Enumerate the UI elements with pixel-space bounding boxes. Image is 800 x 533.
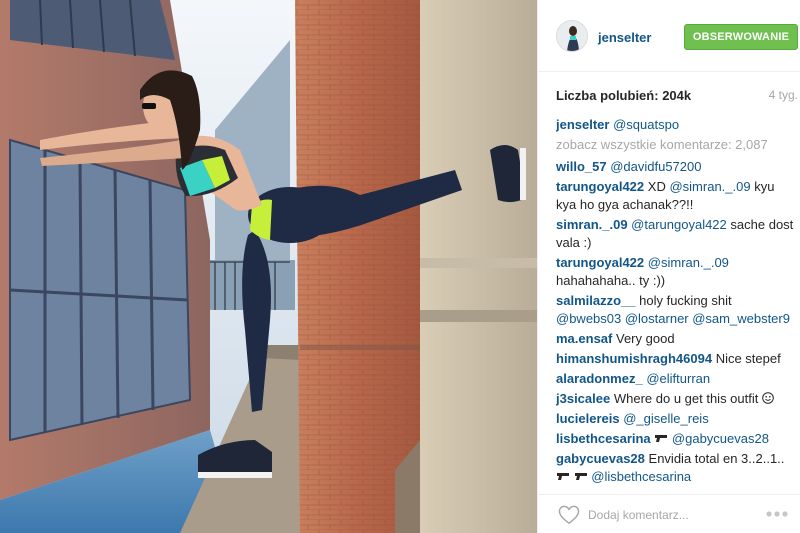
follow-button[interactable]: OBSERWOWANIE — [684, 24, 798, 50]
header-username-link[interactable]: jenselter — [598, 30, 651, 45]
comment-username[interactable]: tarungoyal422 — [556, 179, 644, 194]
list-item: tarungoyal422 XD @simran._.09 kyu kya ho… — [556, 178, 796, 214]
comment-input[interactable] — [588, 505, 748, 525]
list-item: ma.ensaf Very good — [556, 330, 796, 348]
smiling-face-emoji-icon — [762, 392, 774, 404]
view-all-comments-link[interactable]: zobacz wszystkie komentarze: 2,087 — [556, 136, 796, 154]
comment-username[interactable]: alaradonmez_ — [556, 371, 643, 386]
comment-text: Very good — [616, 331, 675, 346]
comment-mention[interactable]: @davidfu57200 — [610, 159, 701, 174]
list-item: lisbethcesarina @gabycuevas28 — [556, 430, 796, 448]
list-item: simran._.09 @tarungoyal422 sache dost va… — [556, 216, 796, 252]
pistol-emoji-icon — [655, 435, 668, 442]
comments-list: jenselter @squatspo zobacz wszystkie kom… — [556, 116, 796, 484]
avatar[interactable] — [556, 20, 588, 52]
comment-username[interactable]: jenselter — [556, 117, 609, 132]
photo-illustration — [0, 0, 537, 533]
comment-mention[interactable]: @simran._.09 — [648, 255, 729, 270]
post-photo[interactable] — [0, 0, 537, 533]
more-dots-icon[interactable] — [764, 507, 790, 521]
heart-outline-icon[interactable] — [558, 505, 580, 525]
avatar-image — [557, 21, 587, 51]
comment-text: Envidia total en 3..2..1.. — [648, 451, 785, 466]
comment-text: XD — [647, 179, 666, 194]
post-header: jenselter OBSERWOWANIE — [538, 0, 800, 72]
likes-value: 204k — [662, 88, 692, 103]
list-item: willo_57 @davidfu57200 — [556, 158, 796, 176]
pistol-emoji-icon — [557, 473, 569, 480]
pistol-emoji-icon — [574, 473, 587, 480]
comment-form — [538, 494, 800, 533]
post-timestamp[interactable]: 4 tyg. — [769, 88, 798, 102]
comment-mention[interactable]: @lisbethcesarina — [591, 469, 691, 484]
list-item: j3sicalee Where do u get this outfit — [556, 390, 796, 408]
post-side-panel: jenselter OBSERWOWANIE Liczba polubień: … — [537, 0, 800, 533]
comment-username[interactable]: lisbethcesarina — [556, 431, 651, 446]
comment-mention[interactable]: @_giselle_reis — [623, 411, 708, 426]
comment-username[interactable]: willo_57 — [556, 159, 607, 174]
comment-username[interactable]: j3sicalee — [556, 391, 610, 406]
comment-username[interactable]: salmilazzo__ — [556, 293, 636, 308]
comment-mention[interactable]: @elifturran — [646, 371, 710, 386]
comment-mention[interactable]: @squatspo — [613, 117, 679, 132]
comment-text: Nice stepef — [715, 351, 781, 366]
list-item: lucielereis @_giselle_reis — [556, 410, 796, 428]
comment-username[interactable]: simran._.09 — [556, 217, 628, 232]
post-meta: Liczba polubień: 204k 4 tyg. — [556, 88, 798, 104]
comment-username[interactable]: ma.ensaf — [556, 331, 612, 346]
comment-username[interactable]: tarungoyal422 — [556, 255, 644, 270]
list-item: salmilazzo__ holy fucking shit @bwebs03 … — [556, 292, 796, 328]
comment-username[interactable]: lucielereis — [556, 411, 620, 426]
comment-mention[interactable]: @gabycuevas28 — [672, 431, 769, 446]
comment-mention[interactable]: @tarungoyal422 — [631, 217, 727, 232]
comment-text: Where do u get this outfit — [613, 391, 759, 406]
comment-text: holy fucking shit — [639, 293, 732, 308]
likes-count[interactable]: Liczba polubień: 204k — [556, 88, 691, 103]
comment-username[interactable]: gabycuevas28 — [556, 451, 645, 466]
comment-mention[interactable]: @simran._.09 — [669, 179, 750, 194]
list-item: alaradonmez_ @elifturran — [556, 370, 796, 388]
likes-label: Liczba polubień: — [556, 88, 659, 103]
list-item: gabycuevas28 Envidia total en 3..2..1.. … — [556, 450, 796, 484]
comment-mention[interactable]: @bwebs03 @lostarner @sam_webster9 — [556, 311, 790, 326]
list-item: tarungoyal422 @simran._.09 hahahahaha.. … — [556, 254, 796, 290]
list-item: himanshumishragh46094 Nice stepef — [556, 350, 796, 368]
comment-text: hahahahaha.. ty :)) — [556, 273, 666, 288]
comment-username[interactable]: himanshumishragh46094 — [556, 351, 712, 366]
caption: jenselter @squatspo — [556, 116, 796, 134]
instagram-post: jenselter OBSERWOWANIE Liczba polubień: … — [0, 0, 800, 533]
